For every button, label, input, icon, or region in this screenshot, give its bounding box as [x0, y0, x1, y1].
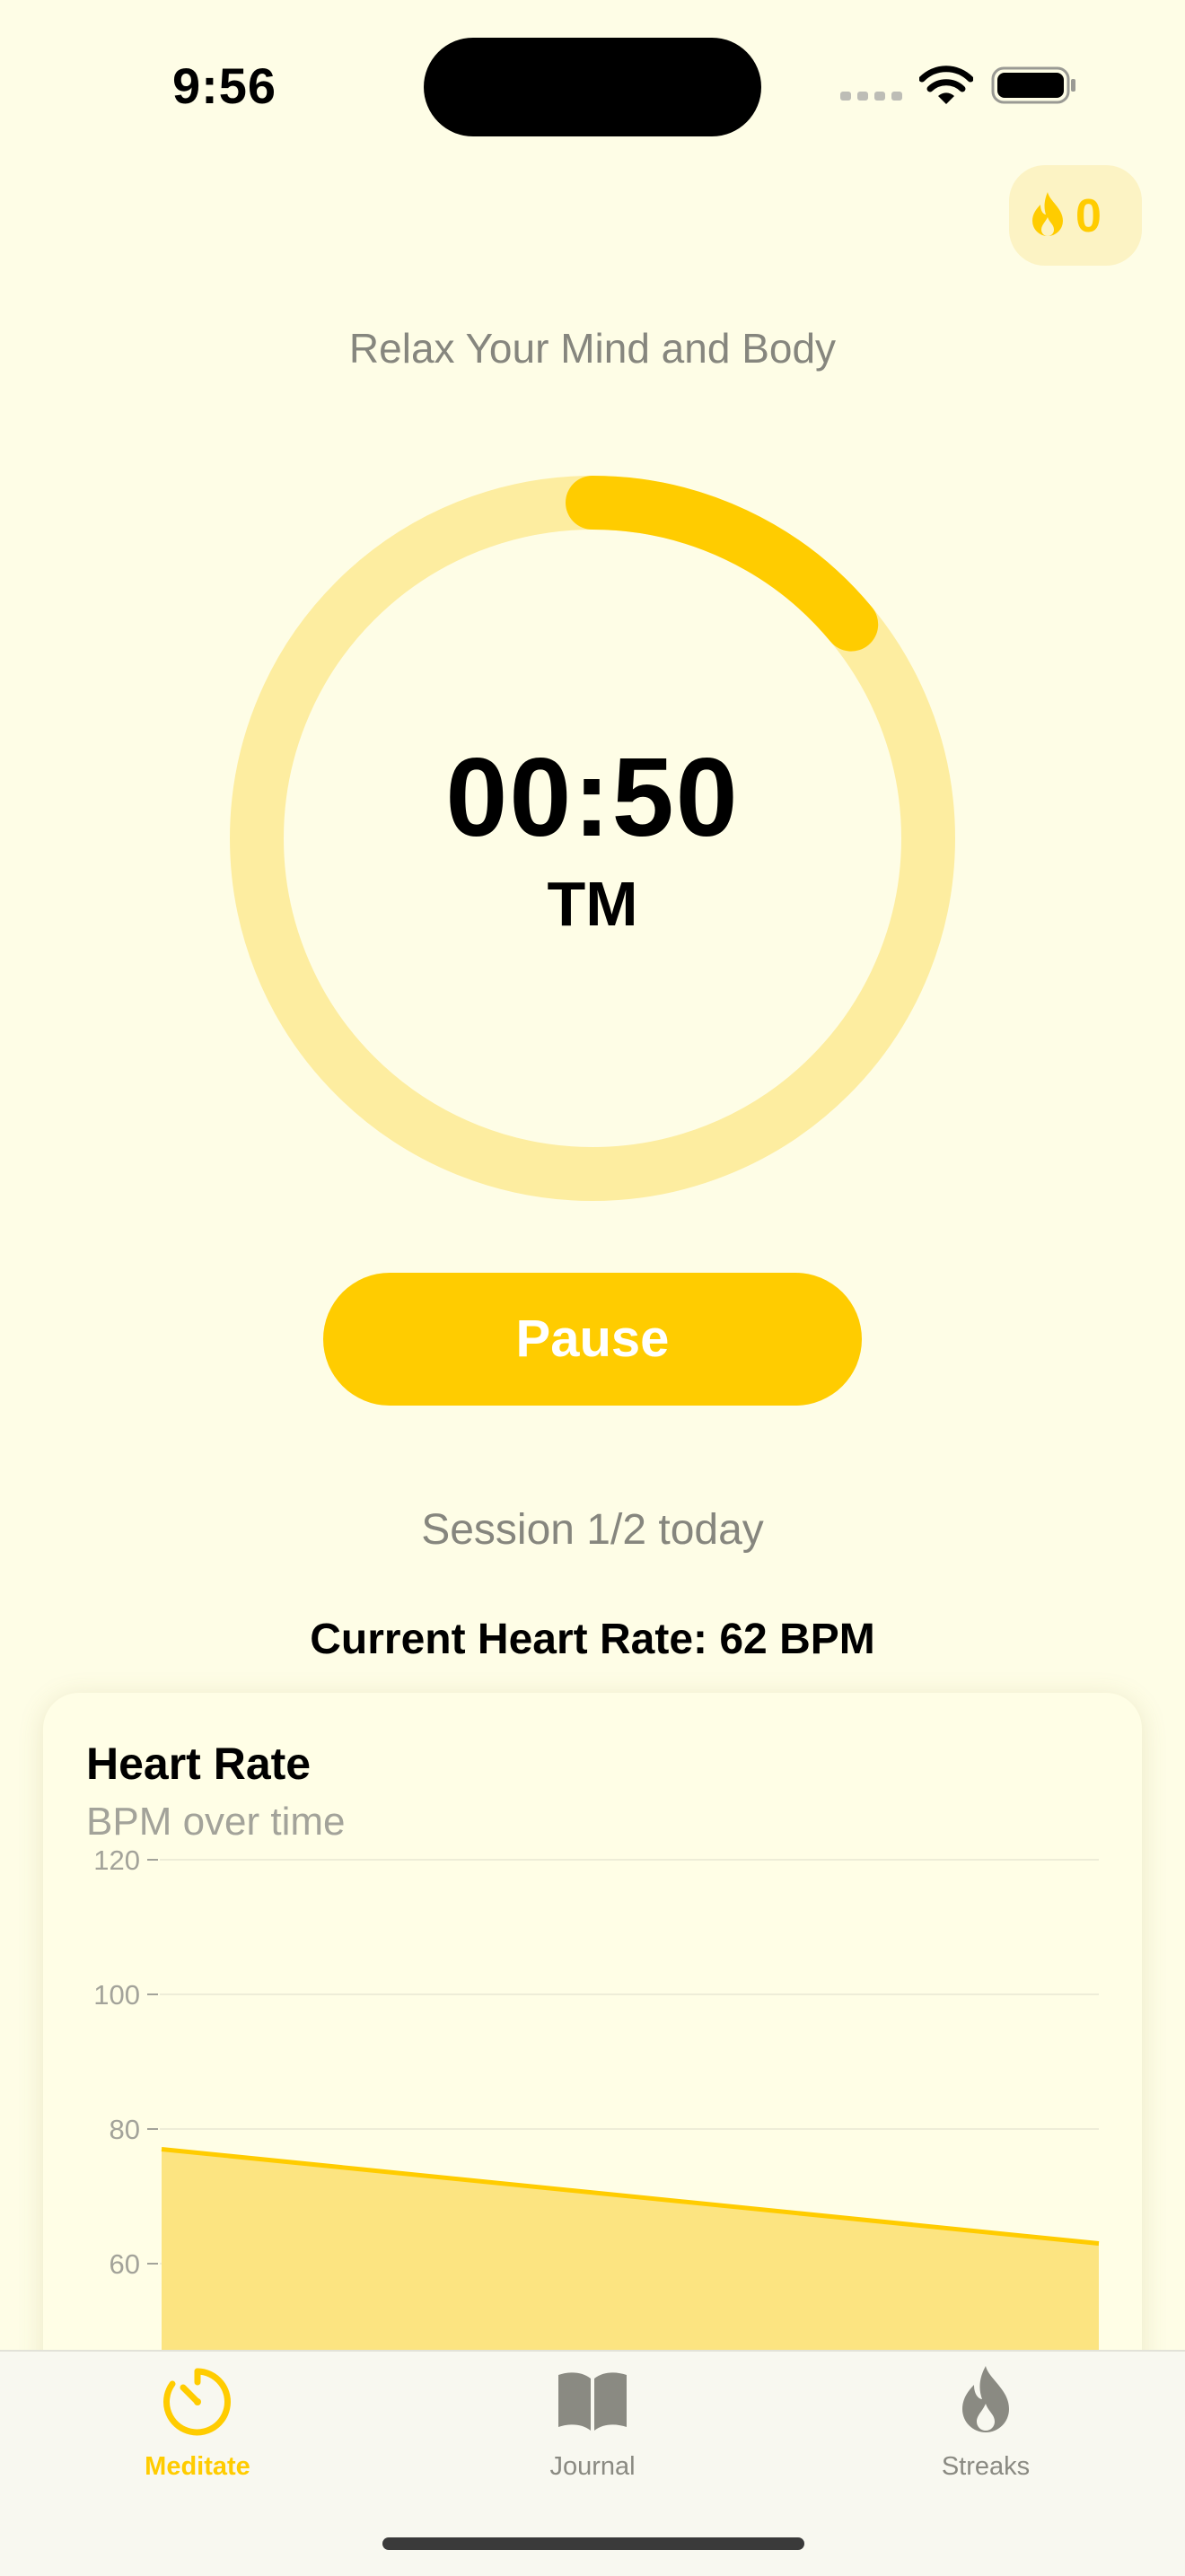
pause-button[interactable]: Pause: [323, 1273, 862, 1406]
flame-icon: [950, 2362, 1022, 2438]
page-subtitle: Relax Your Mind and Body: [0, 321, 1185, 375]
y-tick-label: 60: [110, 2248, 140, 2280]
dynamic-island: [424, 38, 761, 136]
cellular-signal-icon: [840, 86, 903, 106]
streak-count: 0: [1075, 183, 1129, 250]
card-title: Heart Rate: [86, 1734, 625, 1793]
heart-rate-chart: 120 100 80 60: [43, 1840, 1142, 2352]
flame-icon: [1027, 190, 1068, 241]
book-icon: [557, 2362, 628, 2438]
current-heart-rate: Current Heart Rate: 62 BPM: [0, 1608, 1185, 1671]
heart-rate-area: [162, 2150, 1099, 2353]
y-tick-label: 100: [93, 1979, 140, 2011]
session-count: Session 1/2 today: [0, 1501, 1185, 1560]
tab-label-journal: Journal: [458, 2447, 727, 2486]
tab-label-meditate: Meditate: [63, 2447, 332, 2486]
tab-meditate[interactable]: Meditate: [63, 2362, 332, 2488]
battery-icon: [991, 65, 1077, 106]
home-indicator[interactable]: [382, 2537, 804, 2550]
technique-label: TM: [233, 863, 952, 944]
wifi-icon: [919, 65, 973, 106]
tab-streaks[interactable]: Streaks: [851, 2362, 1120, 2488]
status-time: 9:56: [135, 52, 314, 120]
tab-journal[interactable]: Journal: [458, 2362, 727, 2488]
tab-label-streaks: Streaks: [851, 2447, 1120, 2486]
y-tick-label: 120: [93, 1844, 140, 1876]
y-tick-label: 80: [110, 2114, 140, 2145]
timer-icon: [162, 2362, 233, 2438]
timer-display: 00:50: [233, 731, 952, 865]
